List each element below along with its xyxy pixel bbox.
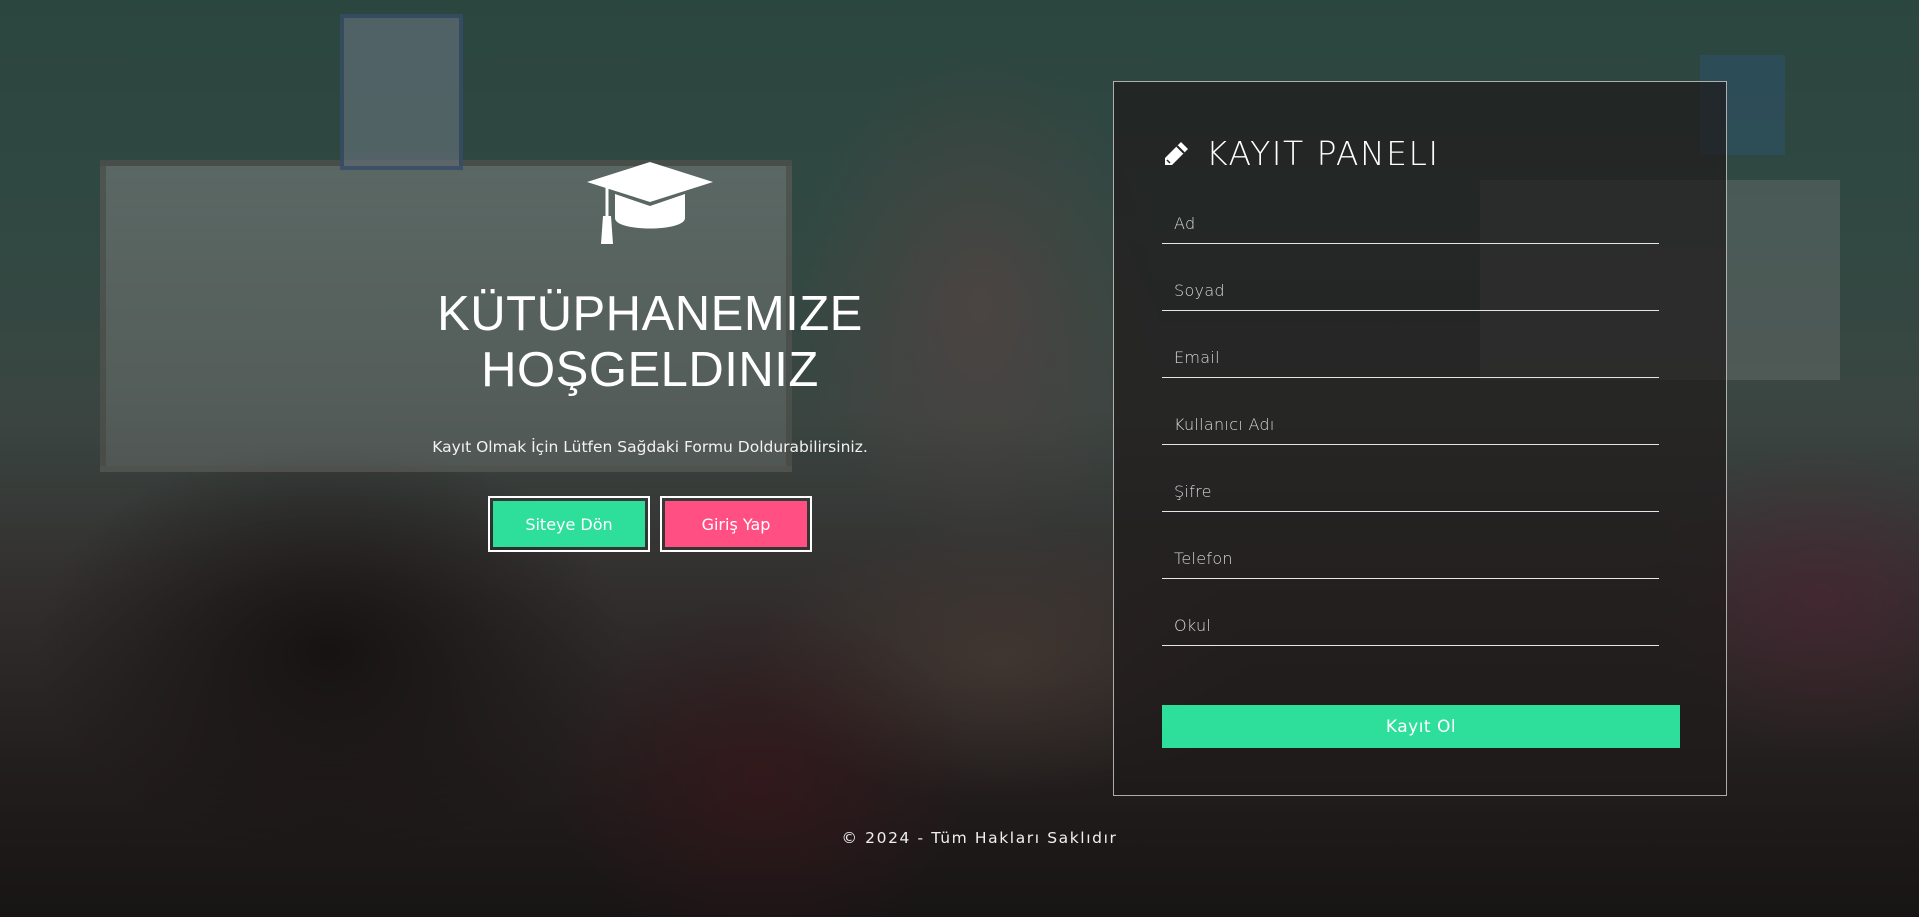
email-input[interactable] [1162,337,1659,377]
password-input[interactable] [1162,471,1659,511]
panel-title: KAYIT PANELI [1206,134,1440,173]
password-field [1162,471,1659,512]
school-input[interactable] [1162,605,1659,645]
first-name-input[interactable] [1162,203,1659,243]
login-button[interactable]: Giriş Yap [665,501,807,547]
login-button-frame: Giriş Yap [660,496,812,552]
first-name-field [1162,203,1659,244]
registration-panel: KAYIT PANELI Kayıt Ol [1113,81,1727,796]
last-name-input[interactable] [1162,270,1659,310]
email-field [1162,337,1659,378]
register-button[interactable]: Kayıt Ol [1162,705,1680,748]
pencil-icon [1165,141,1188,165]
back-to-site-button[interactable]: Siteye Dön [493,501,645,547]
school-field [1162,605,1659,646]
username-input[interactable] [1162,404,1659,444]
welcome-section: KÜTÜPHANEMIZE HOŞGELDINIZ Kayıt Olmak İç… [300,160,1000,552]
panel-header: KAYIT PANELI [1162,134,1440,173]
username-field [1162,404,1659,445]
page-subtitle: Kayıt Olmak İçin Lütfen Sağdaki Formu Do… [432,438,868,456]
graduation-cap-icon [587,162,713,244]
last-name-field [1162,270,1659,311]
page-title: KÜTÜPHANEMIZE HOŞGELDINIZ [437,287,863,397]
footer-copyright: © 2024 - Tüm Hakları Saklıdır [841,829,1118,847]
phone-input[interactable] [1162,538,1659,578]
hero-button-row: Siteye Dön Giriş Yap [300,496,1000,552]
phone-field [1162,538,1659,579]
back-button-frame: Siteye Dön [488,496,650,552]
